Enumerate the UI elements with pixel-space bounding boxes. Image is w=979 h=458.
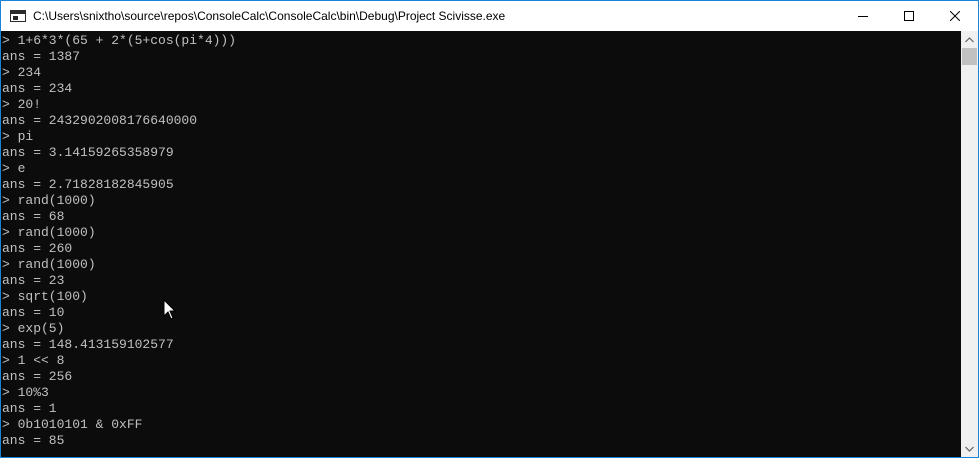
console-input-line: > exp(5) [2,321,65,336]
console-window: C:\Users\snixtho\source\repos\ConsoleCal… [0,0,979,458]
title-bar[interactable]: C:\Users\snixtho\source\repos\ConsoleCal… [1,1,978,31]
console-app-icon [10,10,26,22]
console-output-line: ans = 148.413159102577 [2,337,174,352]
minimize-button[interactable] [840,1,886,31]
scroll-down-button[interactable] [961,440,978,457]
console-input-line: > 10%3 [2,385,49,400]
console-output-line: ans = 2432902008176640000 [2,113,198,128]
window-controls [840,1,978,31]
console-input-line: > 1 << 8 [2,353,65,368]
scroll-thumb[interactable] [962,48,977,65]
console-input-line: > 0b1010101 & 0xFF [2,417,143,432]
console-input-line: > rand(1000) [2,193,96,208]
console-output-line: ans = 260 [2,241,73,256]
chevron-up-icon [965,36,974,42]
console-input-line: > 1+6*3*(65 + 2*(5+cos(pi*4))) [2,33,237,48]
console-output-line: ans = 256 [2,369,73,384]
maximize-button[interactable] [886,1,932,31]
console-input-line: > rand(1000) [2,225,96,240]
console-output-line: ans = 68 [2,209,65,224]
maximize-icon [904,11,914,21]
console-output-line: ans = 1387 [2,49,81,64]
vertical-scrollbar[interactable] [961,31,978,457]
minimize-icon [858,16,868,17]
console-input-line: > e [2,161,26,176]
window-title: C:\Users\snixtho\source\repos\ConsoleCal… [33,9,506,23]
close-button[interactable] [932,1,978,31]
console-output-line: ans = 85 [2,433,65,448]
console-input-line: > 234 [2,65,42,80]
chevron-down-icon [965,446,974,452]
console-output-line: ans = 1 [2,401,57,416]
console-output-line: ans = 234 [2,81,73,96]
console-output-line: ans = 3.14159265358979 [2,145,174,160]
console-input-line: > 20! [2,97,42,112]
console-output-line: ans = 23 [2,273,65,288]
console-output[interactable]: > 1+6*3*(65 + 2*(5+cos(pi*4))) ans = 1387… [1,31,961,457]
console-input-line: > rand(1000) [2,257,96,272]
scroll-up-button[interactable] [961,31,978,48]
console-output-line: ans = 10 [2,305,65,320]
console-output-line: ans = 2.71828182845905 [2,177,174,192]
console-input-line: > pi [2,129,34,144]
console-input-line: > sqrt(100) [2,289,88,304]
close-icon [950,11,960,21]
